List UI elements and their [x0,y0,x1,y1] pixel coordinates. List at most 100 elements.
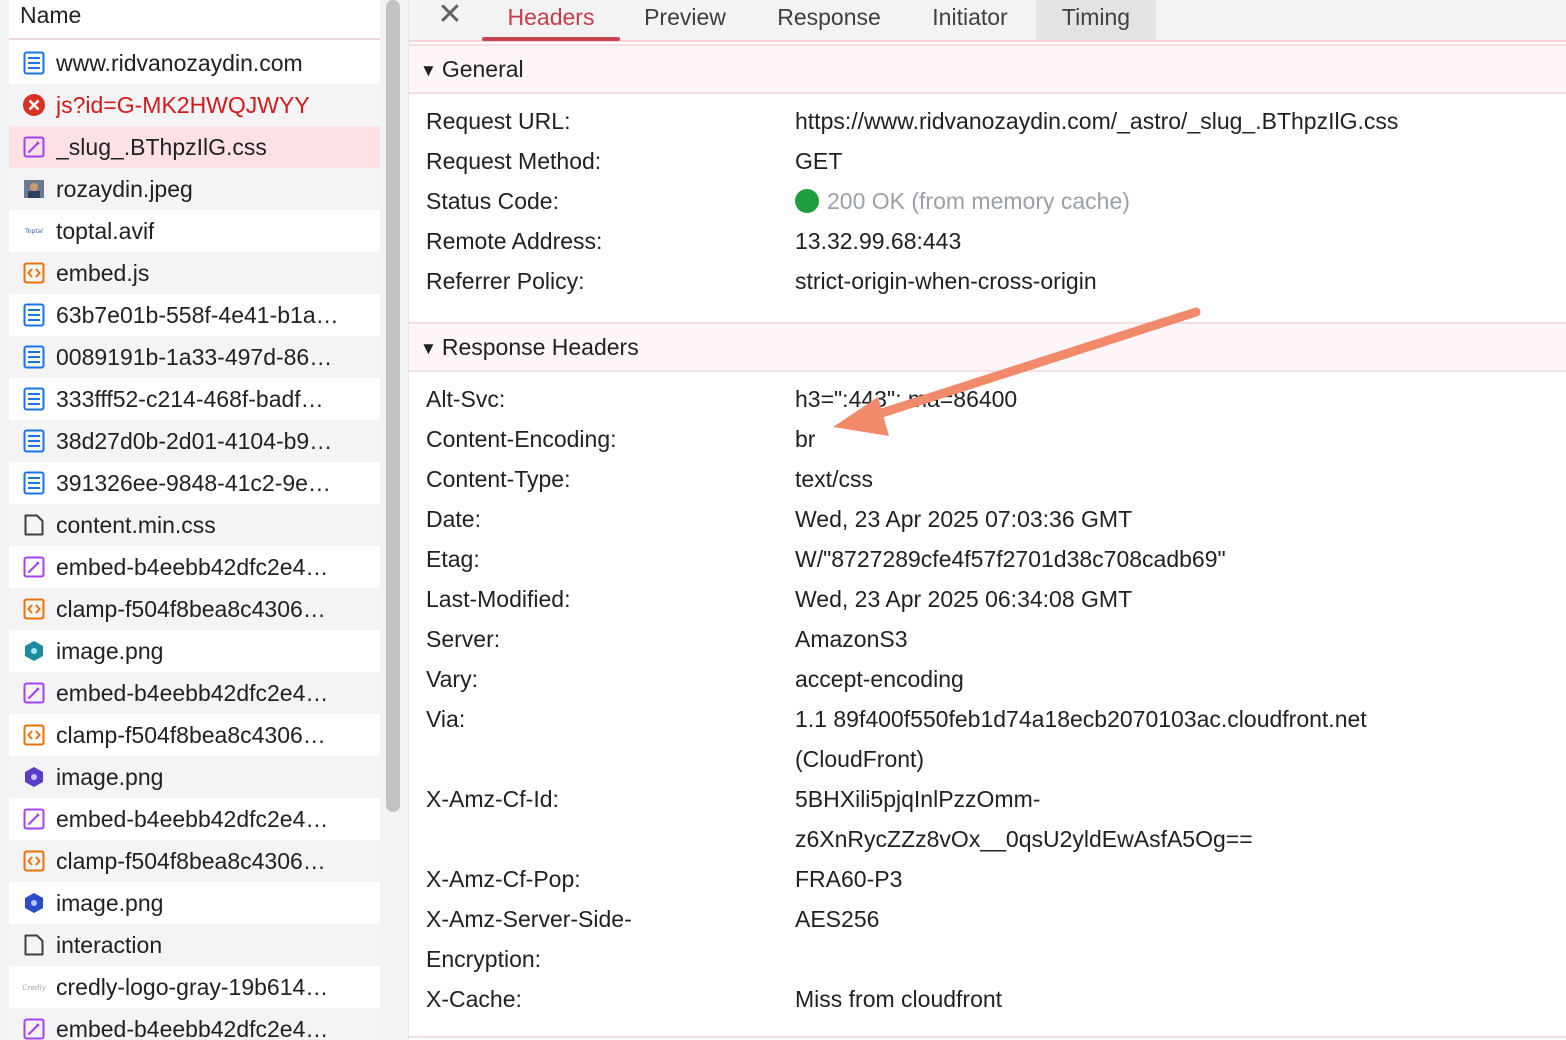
header-value[interactable]: 13.32.99.68:443 [795,221,961,261]
request-row[interactable]: clamp-f504f8bea8c4306… [9,840,380,882]
active-tab-indicator [482,37,620,41]
header-value[interactable]: https://www.ridvanozaydin.com/_astro/_sl… [795,101,1398,141]
header-row: Request Method: GET [409,141,1566,181]
script-icon [23,850,45,872]
header-row: Status Code: 200 OK (from memory cache) [409,181,1566,221]
header-name-text: Encryption: [426,946,542,972]
header-value[interactable]: AES256 [795,899,879,939]
header-value[interactable]: br [795,419,815,459]
request-row[interactable]: Credly credly-logo-gray-19b614… [9,966,380,1008]
tab-preview[interactable]: Preview [627,0,743,40]
header-name-text: Via: [426,706,466,732]
credly-logo-icon: Credly [22,984,46,992]
header-value[interactable]: accept-encoding [795,659,964,699]
request-row[interactable]: embed-b4eebb42dfc2e4… [9,672,380,714]
request-row[interactable]: clamp-f504f8bea8c4306… [9,714,380,756]
header-row: X-Amz-Cf-Pop: FRA60-P3 [409,859,1566,899]
general-section-toggle[interactable]: ▼ General [409,44,1566,94]
request-row[interactable]: content.min.css [9,504,380,546]
header-row: Request URL: https://www.ridvanozaydin.co… [409,101,1566,141]
header-name-text: Request Method: [426,148,602,174]
request-row[interactable]: 63b7e01b-558f-4e41-b1a… [9,294,380,336]
request-row[interactable]: _slug_.BThpzIlG.css [9,126,380,168]
header-name-text: Request URL: [426,108,571,134]
request-name: embed.js [56,259,150,286]
request-row[interactable]: image.png [9,630,380,672]
header-name: X-Amz-Cf-Pop: [426,859,786,899]
header-value[interactable]: AmazonS3 [795,619,908,659]
tab-response[interactable]: Response [759,0,899,40]
header-name-text: Vary: [426,666,478,692]
request-list-scrollbar[interactable] [386,0,400,812]
request-name: www.ridvanozaydin.com [56,49,303,76]
header-value-text: Miss from cloudfront [795,986,1003,1012]
request-row[interactable]: 38d27d0b-2d01-4104-b9… [9,420,380,462]
header-value[interactable]: 200 OK (from memory cache) [795,181,1130,221]
header-row: X-Amz-Cf-Id: 5BHXili5pjqInlPzzOmm-z6XnRyc… [409,779,1566,859]
stylesheet-icon [23,1018,45,1040]
request-name: toptal.avif [56,217,155,244]
request-row[interactable]: rozaydin.jpeg [9,168,380,210]
script-icon [23,724,45,746]
header-name: Via: [426,699,786,739]
header-value[interactable]: text/css [795,459,873,499]
header-name: Request Method: [426,141,786,181]
header-value[interactable]: Wed, 23 Apr 2025 07:03:36 GMT [795,499,1132,539]
request-row[interactable]: Toptal toptal.avif [9,210,380,252]
header-name: Date: [426,499,786,539]
badge-blue-icon [25,893,43,913]
tab-timing[interactable]: Timing [1036,0,1156,40]
header-row: Vary: accept-encoding [409,659,1566,699]
left-edge [0,0,9,1040]
header-value-text: W/"8727289cfe4f57f2701d38c708cadb69" [795,546,1226,572]
header-name: Status Code: [426,181,786,221]
collapse-triangle-icon: ▼ [420,61,437,80]
request-row[interactable]: embed-b4eebb42dfc2e4… [9,798,380,840]
header-name-text: Content-Encoding: [426,426,617,452]
header-value[interactable]: h3=":443"; ma=86400 [795,379,1017,419]
header-row: Last-Modified: Wed, 23 Apr 2025 06:34:08 … [409,579,1566,619]
document-icon [23,303,45,327]
request-row[interactable]: embed-b4eebb42dfc2e4… [9,546,380,588]
tab-headers[interactable]: Headers [482,0,620,40]
request-name: content.min.css [56,511,216,538]
request-row[interactable]: 0089191b-1a33-497d-86… [9,336,380,378]
header-value[interactable]: Miss from cloudfront [795,979,1002,1019]
close-icon[interactable]: ✕ [435,0,465,40]
name-column-header[interactable]: Name [9,0,380,40]
request-row[interactable]: 391326ee-9848-41c2-9e… [9,462,380,504]
request-row[interactable]: image.png [9,882,380,924]
request-name: clamp-f504f8bea8c4306… [56,847,326,874]
request-row[interactable]: www.ridvanozaydin.com [9,42,380,84]
request-row[interactable]: embed.js [9,252,380,294]
request-row[interactable]: image.png [9,756,380,798]
request-row[interactable]: embed-b4eebb42dfc2e4… [9,1008,380,1040]
header-value[interactable]: W/"8727289cfe4f57f2701d38c708cadb69" [795,539,1226,579]
header-name: Alt-Svc: [426,379,786,419]
request-row[interactable]: 333fff52-c214-468f-badf… [9,378,380,420]
request-name: 63b7e01b-558f-4e41-b1a… [56,301,339,328]
request-name: embed-b4eebb42dfc2e4… [56,1015,329,1040]
tab-initiator[interactable]: Initiator [914,0,1026,40]
header-name: Referrer Policy: [426,261,786,301]
request-row[interactable]: interaction [9,924,380,966]
header-value[interactable]: strict-origin-when-cross-origin [795,261,1097,301]
request-name: embed-b4eebb42dfc2e4… [56,679,329,706]
request-row[interactable]: clamp-f504f8bea8c4306… [9,588,380,630]
stylesheet-icon [23,556,45,578]
general-section-title: General [441,56,524,82]
header-name-text: X-Cache: [426,986,522,1012]
header-value[interactable]: GET [795,141,842,181]
file-icon [24,934,44,956]
header-value-text: h3=":443"; ma=86400 [795,386,1018,412]
header-value[interactable]: FRA60-P3 [795,859,902,899]
header-value[interactable]: 1.1 89f400f550feb1d74a18ecb2070103ac.clo… [795,699,1367,779]
header-name-text: Status Code: [426,188,559,214]
request-row[interactable]: js?id=G-MK2HWQJWYY [9,84,380,126]
header-value[interactable]: Wed, 23 Apr 2025 06:34:08 GMT [795,579,1132,619]
document-icon [23,429,45,453]
svg-text:Toptal: Toptal [24,228,43,235]
header-value[interactable]: 5BHXili5pjqInlPzzOmm-z6XnRycZZz8vOx__0qs… [795,779,1253,859]
response-headers-section-toggle[interactable]: ▼ Response Headers [409,322,1566,372]
header-name-text: Server: [426,626,501,652]
